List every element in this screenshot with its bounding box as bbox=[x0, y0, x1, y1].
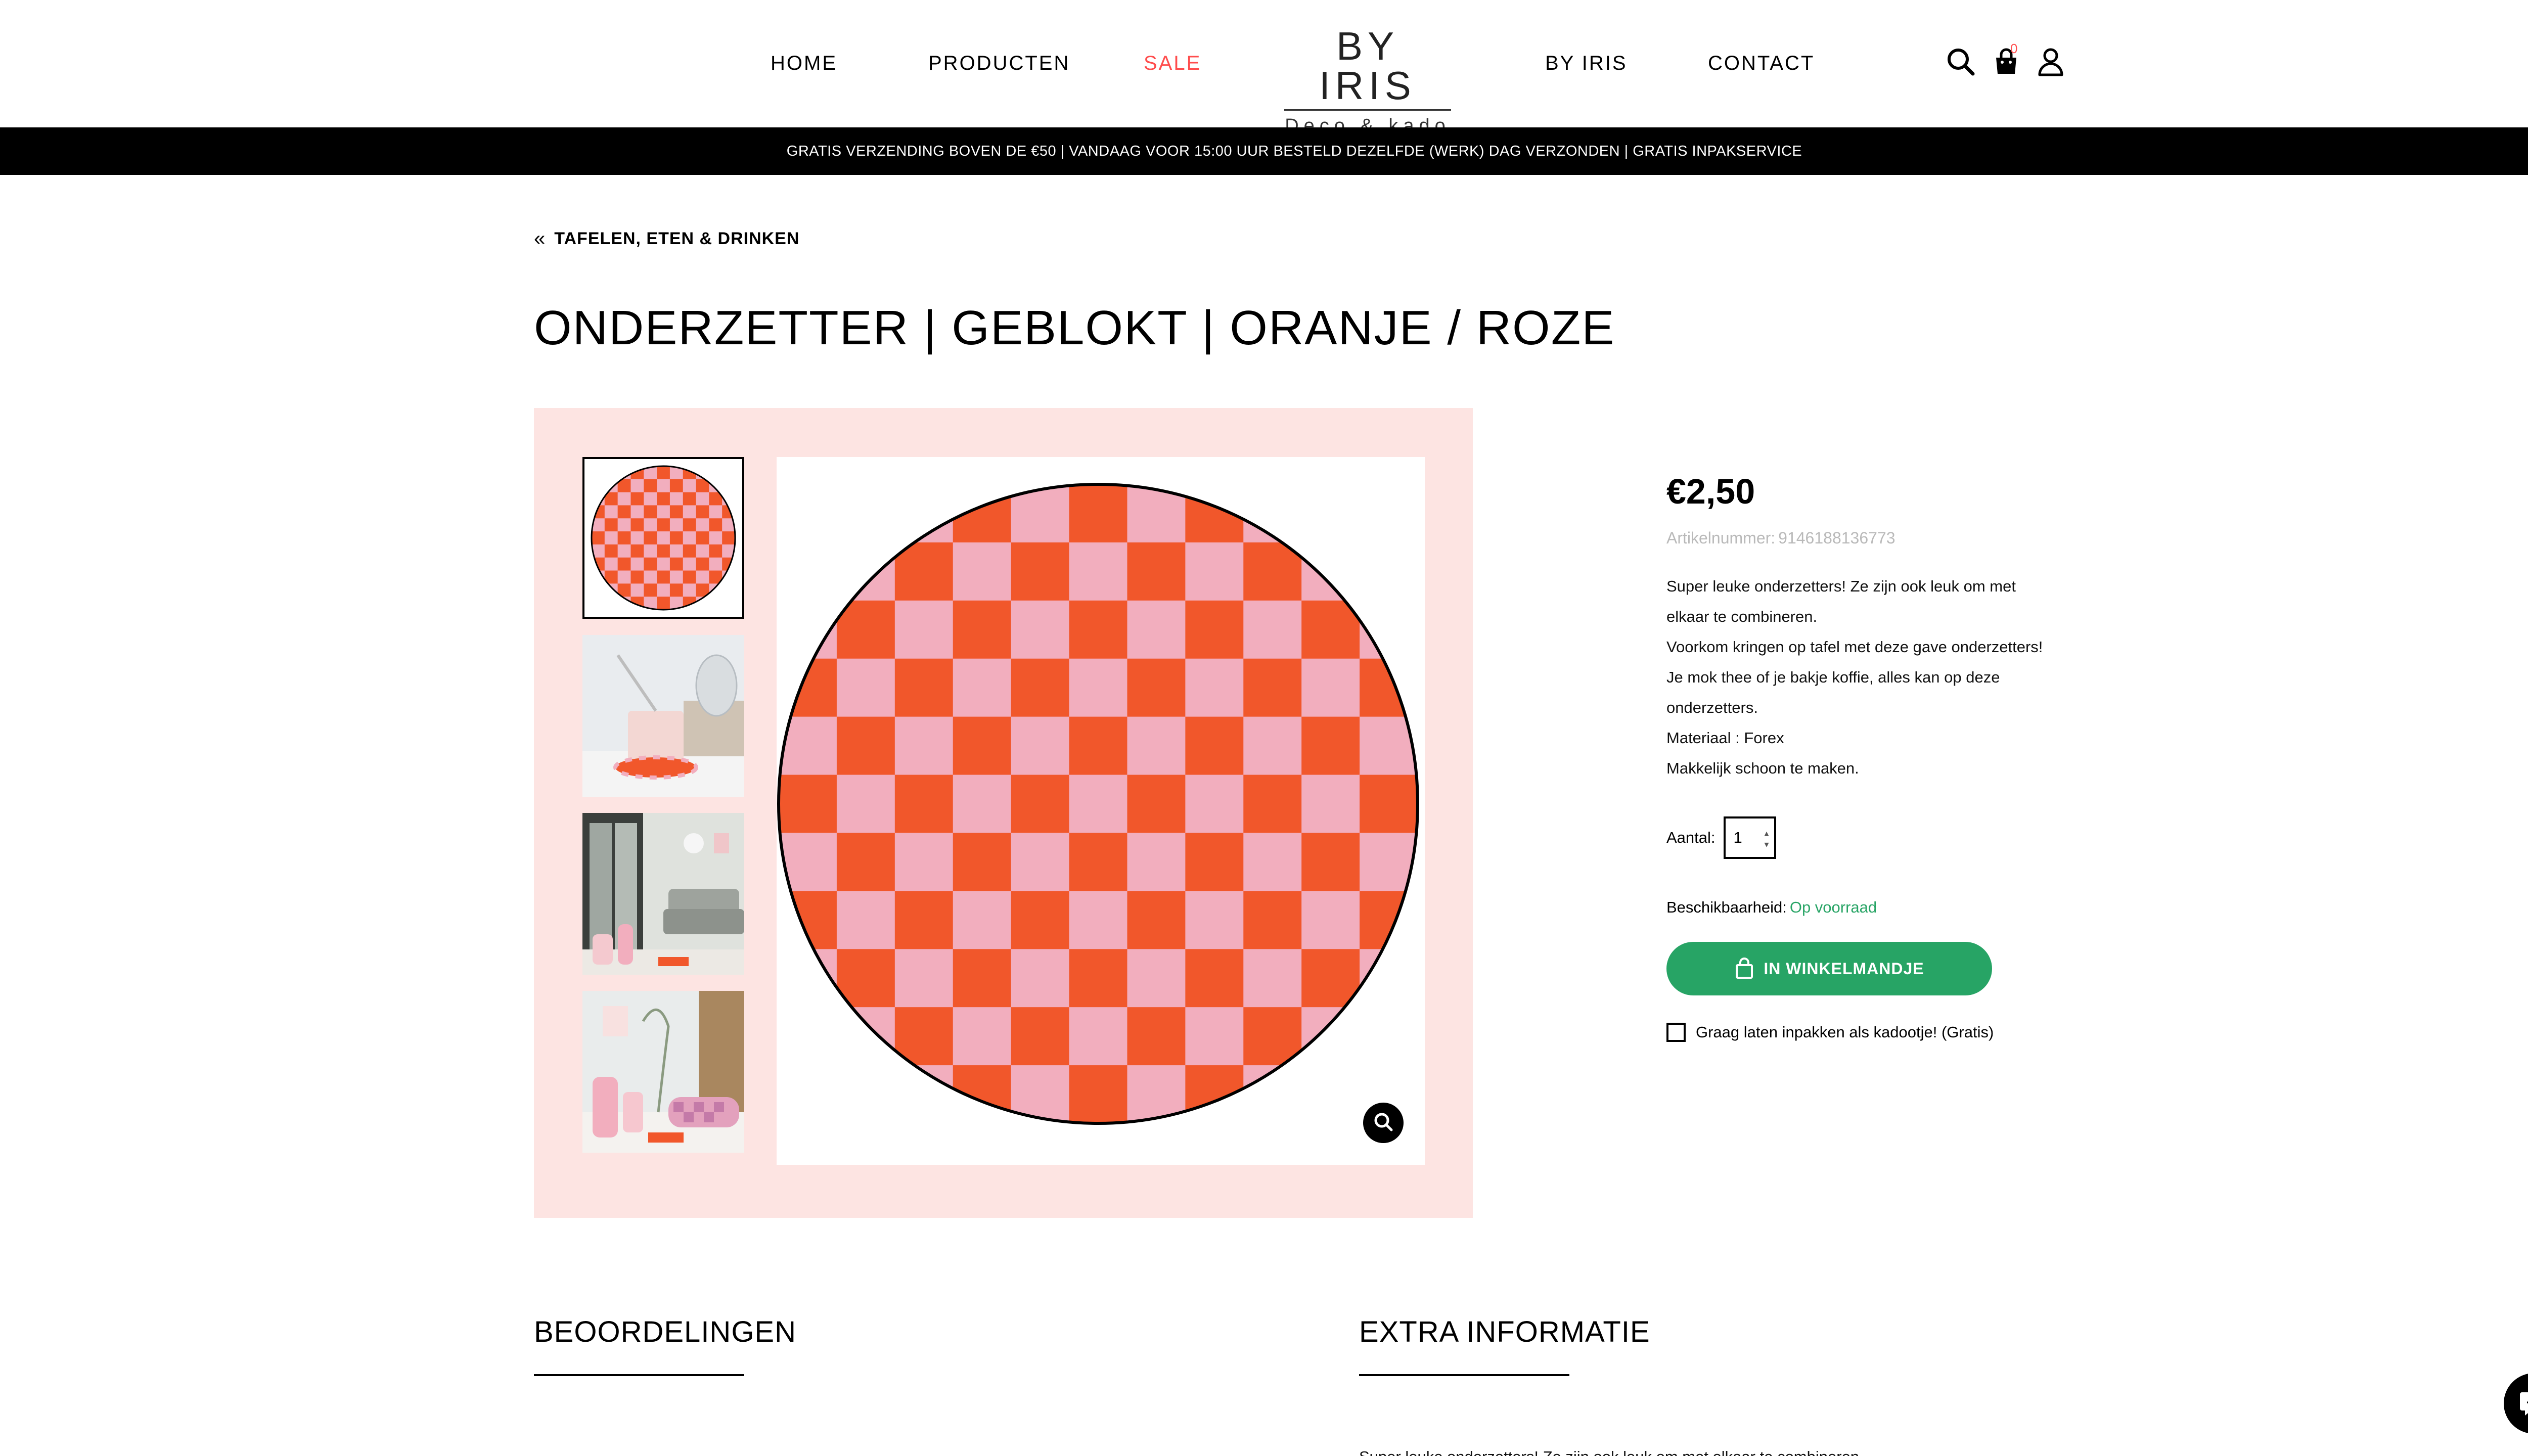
magnifier-icon bbox=[1372, 1111, 1394, 1135]
nav-about[interactable]: BY IRIS bbox=[1545, 52, 1628, 75]
thumbnail-living-room[interactable] bbox=[582, 813, 744, 975]
spinner-arrows-icon[interactable]: ▴ ▾ bbox=[1764, 828, 1769, 850]
zoom-button[interactable] bbox=[1363, 1103, 1404, 1143]
site-logo[interactable]: BY IRIS Deco & kado bbox=[1284, 26, 1451, 136]
sku-value: 9146188136773 bbox=[1778, 529, 1895, 547]
nav-contact[interactable]: CONTACT bbox=[1708, 52, 1815, 75]
availability-value: Op voorraad bbox=[1789, 898, 1877, 916]
sku-label: Artikelnummer: bbox=[1666, 529, 1776, 547]
availability: Beschikbaarheid: Op voorraad bbox=[1666, 897, 1877, 918]
gift-wrap-checkbox[interactable] bbox=[1666, 1023, 1686, 1042]
quantity-value: 1 bbox=[1733, 829, 1742, 846]
product-title: ONDERZETTER | GEBLOKT | ORANJE / ROZE bbox=[534, 301, 1615, 355]
product-price: €2,50 bbox=[1666, 472, 1755, 511]
extra-info-heading: EXTRA INFORMATIE bbox=[1359, 1315, 1650, 1348]
main-product-image[interactable] bbox=[777, 457, 1425, 1165]
logo-title: BY IRIS bbox=[1319, 24, 1416, 108]
description-line: Makkelijk schoon te maken. bbox=[1666, 759, 1859, 777]
gift-wrap-label: Graag laten inpakken als kadootje! (Grat… bbox=[1696, 1023, 1994, 1041]
breadcrumb[interactable]: « TAFELEN, ETEN & DRINKEN bbox=[534, 228, 799, 250]
product-gallery bbox=[534, 408, 1473, 1218]
quantity-label: Aantal: bbox=[1666, 829, 1716, 846]
user-icon[interactable] bbox=[2035, 46, 2067, 78]
product-description: Super leuke onderzetters! Ze zijn ook le… bbox=[1666, 571, 2081, 784]
chat-button[interactable] bbox=[2504, 1373, 2528, 1434]
search-icon[interactable] bbox=[1945, 46, 1977, 78]
description-line: Materiaal : Forex bbox=[1666, 729, 1784, 747]
cart-count-badge: 0 bbox=[2010, 41, 2018, 56]
nav-home[interactable]: HOME bbox=[771, 52, 837, 75]
announcement-bar: GRATIS VERZENDING BOVEN DE €50 | VANDAAG… bbox=[0, 127, 2528, 175]
reviews-heading: BEOORDELINGEN bbox=[534, 1315, 796, 1348]
description-line: elkaar te combineren. bbox=[1666, 608, 1818, 625]
logo-divider bbox=[1284, 109, 1451, 111]
gift-wrap-option[interactable]: Graag laten inpakken als kadootje! (Grat… bbox=[1666, 1022, 1994, 1042]
description-line: Voorkom kringen op tafel met deze gave o… bbox=[1666, 638, 2043, 656]
nav-products[interactable]: PRODUCTEN bbox=[928, 52, 1070, 75]
thumbnail-mug-on-coaster[interactable] bbox=[582, 635, 744, 797]
add-to-cart-label: IN WINKELMANDJE bbox=[1764, 959, 1924, 978]
quantity-stepper[interactable]: 1 ▴ ▾ bbox=[1723, 816, 1776, 859]
chat-bubble-icon bbox=[2518, 1386, 2528, 1421]
thumbnail-table-scene[interactable] bbox=[582, 991, 744, 1153]
nav-sale[interactable]: SALE bbox=[1144, 52, 1201, 75]
thumbnail-checkered-coaster[interactable] bbox=[582, 457, 744, 619]
description-line: Super leuke onderzetters! Ze zijn ook le… bbox=[1666, 577, 2016, 595]
product-sku: Artikelnummer: 9146188136773 bbox=[1666, 528, 1895, 548]
reviews-underline bbox=[534, 1374, 744, 1376]
extra-info-underline bbox=[1359, 1374, 1569, 1376]
description-line: onderzetters. bbox=[1666, 699, 1758, 716]
site-header: HOME PRODUCTEN SALE BY IRIS Deco & kado … bbox=[0, 0, 2528, 136]
breadcrumb-label: TAFELEN, ETEN & DRINKEN bbox=[554, 229, 800, 248]
availability-label: Beschikbaarheid: bbox=[1666, 898, 1787, 916]
extra-info-text: Super leuke onderzetters! Ze zijn ook le… bbox=[1359, 1447, 1864, 1456]
add-to-cart-button[interactable]: IN WINKELMANDJE bbox=[1666, 942, 1992, 995]
double-chevron-left-icon: « bbox=[534, 228, 546, 250]
quantity-row: Aantal: 1 ▴ ▾ bbox=[1666, 816, 1776, 859]
description-line: Je mok thee of je bakje koffie, alles ka… bbox=[1666, 668, 2000, 686]
shopping-bag-icon bbox=[1734, 957, 1754, 981]
